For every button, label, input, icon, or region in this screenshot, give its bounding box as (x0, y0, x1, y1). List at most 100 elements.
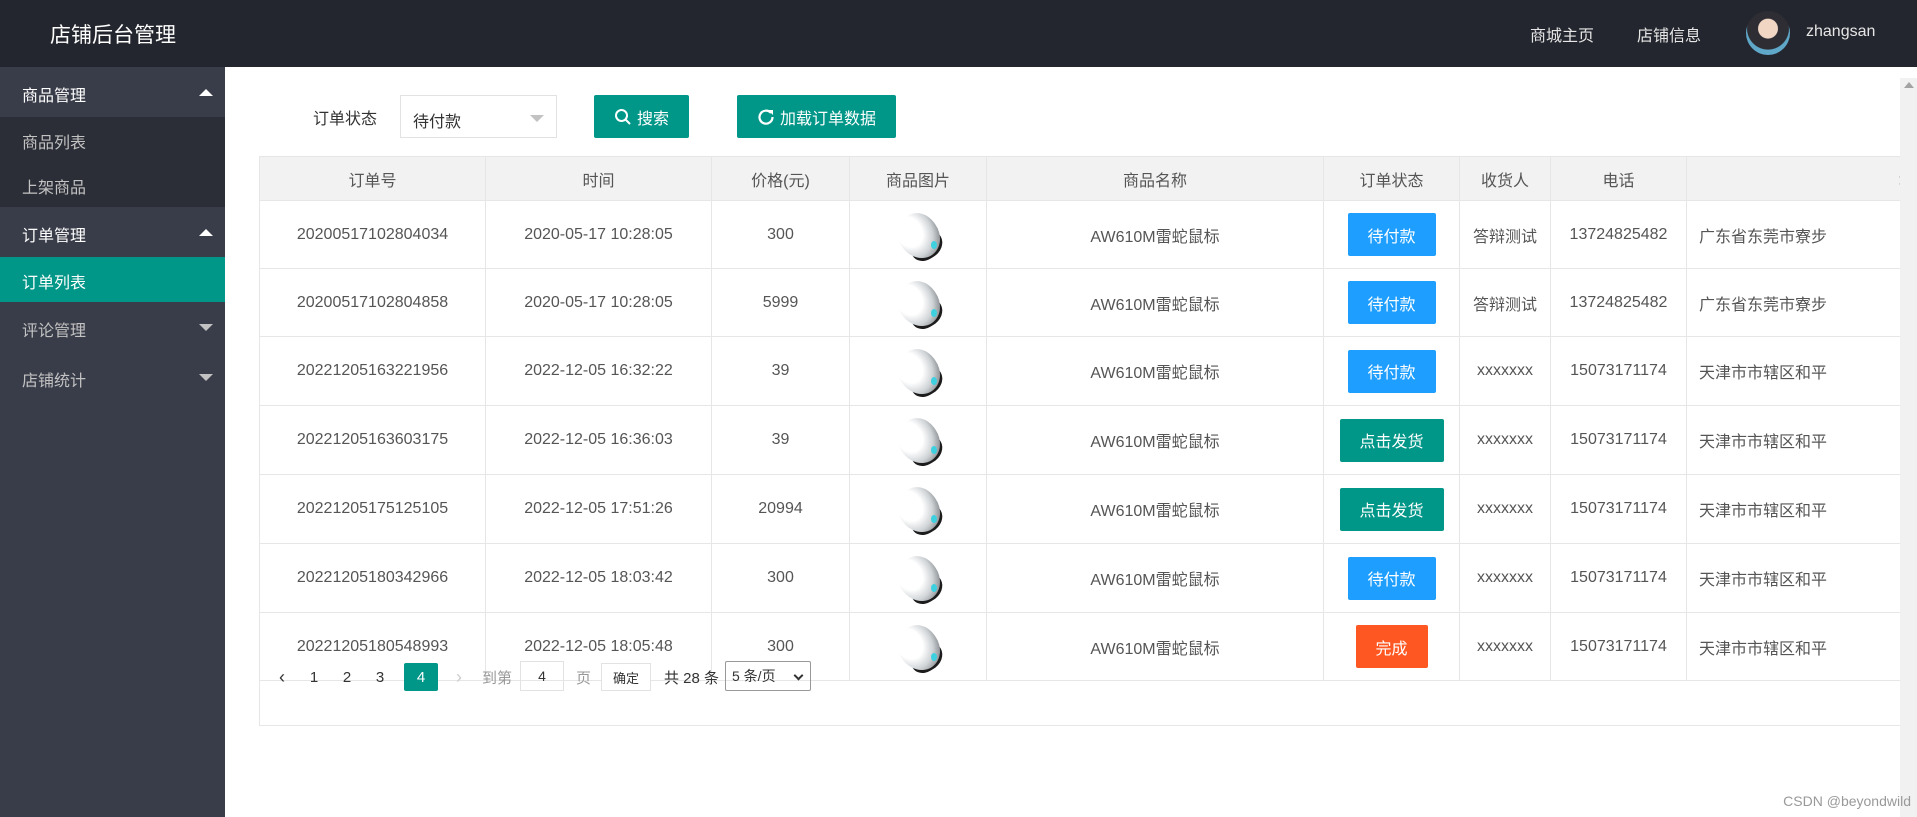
sidebar-group-stats[interactable]: 店铺统计 (0, 352, 225, 402)
sidebar-item-product-list[interactable]: 商品列表 (0, 117, 225, 162)
prev-page-icon[interactable]: ‹ (272, 663, 292, 691)
col-price-cell: 20994 (712, 475, 850, 543)
scroll-up-icon[interactable] (1904, 82, 1914, 88)
sidebar: 商品管理 商品列表 上架商品 订单管理 订单列表 评论管理 店铺统计 (0, 67, 225, 817)
caret-down-icon (199, 374, 213, 381)
col-price-cell: 300 (712, 201, 850, 268)
page-unit: 页 (576, 669, 592, 687)
col-receiver-cell: xxxxxxx (1460, 544, 1551, 612)
col-address-cell: 天津市市辖区和平 (1687, 337, 1917, 405)
col-product-name-cell: AW610M雷蛇鼠标 (987, 544, 1324, 612)
col-time-cell: 2022-12-05 17:51:26 (486, 475, 712, 543)
col-phone-cell: 15073171174 (1551, 613, 1687, 680)
status-button[interactable]: 待付款 (1347, 281, 1436, 324)
col-price-cell: 300 (712, 544, 850, 612)
col-product-name-cell: AW610M雷蛇鼠标 (987, 201, 1324, 268)
sidebar-group-comments[interactable]: 评论管理 (0, 302, 225, 352)
col-product-name-header: 商品名称 (987, 157, 1324, 201)
search-button[interactable]: 搜索 (594, 95, 689, 138)
username[interactable]: zhangsan (1806, 23, 1875, 41)
col-order-no-header: 订单号 (260, 157, 486, 201)
mouse-product-image (889, 548, 949, 610)
col-image-header: 商品图片 (850, 157, 987, 201)
col-product-name-cell: AW610M雷蛇鼠标 (987, 269, 1324, 336)
sidebar-group-orders[interactable]: 订单管理 (0, 207, 225, 257)
col-price-cell: 39 (712, 337, 850, 405)
load-orders-button[interactable]: 加载订单数据 (737, 95, 896, 138)
chevron-down-icon (530, 115, 544, 122)
col-status-header: 订单状态 (1324, 157, 1460, 201)
order-status-label: 订单状态 (313, 111, 378, 128)
col-phone-header: 电话 (1551, 157, 1687, 201)
table-row: 20221205163221956 2022-12-05 16:32:22 39 AW… (260, 337, 1917, 406)
sidebar-group-products[interactable]: 商品管理 (0, 67, 225, 117)
col-order-no-cell: 20221205163603175 (260, 406, 486, 474)
col-price-header: 价格(元) (712, 157, 850, 201)
status-button[interactable]: 待付款 (1347, 349, 1436, 393)
sidebar-item-label: 订单列表 (22, 275, 87, 292)
pagination: ‹ 1 2 3 4 › 到第 4 页 确定 共 28 条 5 条/页 (260, 652, 960, 700)
col-address-header: 地 (1687, 157, 1917, 201)
col-receiver-cell: xxxxxxx (1460, 406, 1551, 474)
next-page-icon[interactable]: › (450, 663, 468, 691)
mouse-product-image (889, 479, 949, 541)
sidebar-item-list-product[interactable]: 上架商品 (0, 162, 225, 207)
page-1[interactable]: 1 (304, 663, 324, 691)
col-status-cell: 点击发货 (1324, 406, 1460, 474)
col-image-cell (850, 406, 987, 474)
page-size-select[interactable]: 5 条/页 (725, 661, 811, 691)
mouse-product-image (889, 341, 949, 403)
table-row: 20221205175125105 2022-12-05 17:51:26 2099… (260, 475, 1917, 544)
col-receiver-header: 收货人 (1460, 157, 1551, 201)
sidebar-item-label: 上架商品 (22, 180, 87, 197)
col-address-cell: 天津市市辖区和平 (1687, 475, 1917, 543)
goto-page-input[interactable]: 4 (520, 661, 564, 691)
col-image-cell (850, 544, 987, 612)
sidebar-item-order-list[interactable]: 订单列表 (0, 257, 225, 302)
col-price-cell: 5999 (712, 269, 850, 336)
nav-store-info[interactable]: 店铺信息 (1637, 22, 1701, 46)
col-product-name-cell: AW610M雷蛇鼠标 (987, 613, 1324, 680)
order-status-select[interactable]: 待付款 (400, 95, 557, 138)
table-row: 20200517102804858 2020-05-17 10:28:05 5999… (260, 269, 1917, 337)
scrollbar[interactable] (1900, 78, 1917, 817)
col-order-no-cell: 20221205163221956 (260, 337, 486, 405)
caret-up-icon (199, 229, 213, 236)
status-button[interactable]: 点击发货 (1339, 487, 1444, 531)
table-row: 20221205180342966 2022-12-05 18:03:42 300 A… (260, 544, 1917, 613)
col-image-cell (850, 337, 987, 405)
status-button[interactable]: 待付款 (1347, 556, 1436, 600)
page-2[interactable]: 2 (337, 663, 357, 691)
sidebar-group-label: 订单管理 (22, 228, 87, 245)
nav-mall-home[interactable]: 商城主页 (1530, 22, 1594, 46)
mouse-product-image (889, 205, 949, 266)
col-product-name-cell: AW610M雷蛇鼠标 (987, 406, 1324, 474)
avatar[interactable] (1746, 11, 1790, 55)
search-button-label: 搜索 (636, 110, 669, 128)
goto-confirm-button[interactable]: 确定 (601, 663, 651, 691)
col-time-cell: 2020-05-17 10:28:05 (486, 201, 712, 268)
col-address-cell: 天津市市辖区和平 (1687, 406, 1917, 474)
status-button[interactable]: 待付款 (1347, 213, 1436, 256)
col-receiver-cell: xxxxxxx (1460, 337, 1551, 405)
col-status-cell: 点击发货 (1324, 475, 1460, 543)
col-address-cell: 天津市市辖区和平 (1687, 544, 1917, 612)
col-time-cell: 2022-12-05 16:36:03 (486, 406, 712, 474)
col-status-cell: 待付款 (1324, 544, 1460, 612)
status-button[interactable]: 完成 (1355, 625, 1428, 668)
sidebar-group-label: 店铺统计 (22, 373, 87, 390)
col-image-cell (850, 201, 987, 268)
sidebar-group-label: 评论管理 (22, 323, 87, 340)
page-size-value: 5 条/页 (732, 668, 776, 684)
watermark: CSDN @beyondwild (1783, 793, 1911, 809)
top-header: 店铺后台管理 商城主页 店铺信息 zhangsan (0, 0, 1917, 67)
page-3[interactable]: 3 (370, 663, 390, 691)
status-button[interactable]: 点击发货 (1339, 418, 1444, 462)
chevron-down-icon (793, 670, 804, 681)
col-address-cell: 广东省东莞市寮步 (1687, 201, 1917, 268)
col-time-cell: 2022-12-05 16:32:22 (486, 337, 712, 405)
caret-up-icon (199, 89, 213, 96)
page-4[interactable]: 4 (404, 663, 438, 691)
table-header: 订单号时间价格(元)商品图片商品名称订单状态收货人电话地 (260, 157, 1917, 201)
col-address-cell: 广东省东莞市寮步 (1687, 269, 1917, 336)
